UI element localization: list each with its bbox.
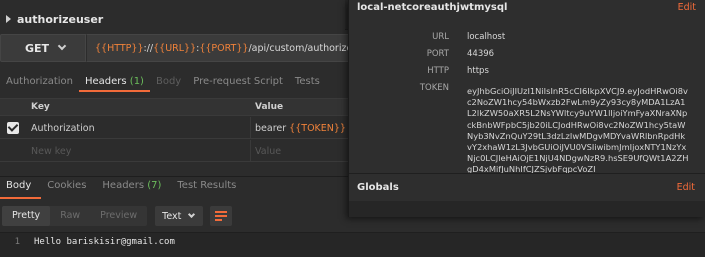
wrap-lines-button[interactable]: [210, 206, 233, 226]
url-part: ://: [143, 42, 154, 54]
environment-header: local-netcoreauthjwtmysql Edit: [349, 0, 705, 16]
method-label: GET: [25, 41, 50, 55]
line-number: 1: [14, 237, 20, 247]
chevron-down-icon: [188, 210, 196, 218]
response-body-line: Hello bariskisir@gmail.com: [34, 237, 175, 247]
column-divider: [250, 140, 251, 162]
env-var-name: TOKEN: [419, 83, 449, 93]
url-bar: GET {{HTTP}}://{{URL}}: {{PORT}}/api/cust…: [0, 34, 360, 62]
env-var-name: URL: [432, 32, 449, 42]
response-editor[interactable]: 1 Hello bariskisir@gmail.com: [0, 232, 705, 257]
env-var-value: 44396: [467, 49, 495, 59]
new-value-input[interactable]: Value: [255, 146, 281, 157]
tab-test-results[interactable]: Test Results: [171, 177, 246, 199]
token-value: eyJhbGciOiJIUzI1NiIsInR5cCI6IkpXVCJ9.eyJ…: [467, 86, 689, 175]
url-part: {{PORT}}: [199, 42, 249, 54]
url-part: /api/custom/authorizeuser: [248, 42, 359, 54]
globals-edit-link[interactable]: Edit: [677, 182, 695, 193]
row-enabled-checkbox[interactable]: [7, 122, 19, 134]
tab-response-headers-label: Headers: [102, 180, 145, 191]
tab-tests[interactable]: Tests: [289, 70, 326, 92]
header-value-cell[interactable]: bearer {{TOKEN}}: [255, 123, 346, 134]
header-value-variable: {{TOKEN}}: [289, 123, 346, 134]
response-toolbar: Pretty Raw Preview Text: [0, 205, 233, 227]
url-input[interactable]: {{HTTP}}://{{URL}}: {{PORT}}/api/custom/a…: [86, 34, 360, 62]
value-column-header: Value: [255, 102, 284, 112]
response-headers-count-badge: (7): [147, 180, 162, 191]
popover-footer: [349, 201, 705, 217]
wrap-lines-icon-line: [215, 215, 228, 217]
headers-count-badge: (1): [129, 76, 144, 87]
tab-cookies[interactable]: Cookies: [41, 177, 96, 199]
format-select[interactable]: Text: [155, 206, 204, 226]
wrap-lines-icon: [215, 211, 228, 213]
tab-body[interactable]: Body: [150, 70, 187, 92]
env-var-name: PORT: [426, 49, 449, 59]
request-subtabs: Authorization Headers (1) Body Pre-reque…: [0, 70, 326, 92]
divider: [349, 173, 705, 174]
tab-headers-label: Headers: [84, 76, 127, 87]
environment-title: local-netcoreauthjwtmysql: [357, 2, 508, 13]
column-divider: [250, 117, 251, 139]
url-part: {{HTTP}}: [95, 42, 144, 54]
tab-authorization[interactable]: Authorization: [0, 70, 79, 92]
method-select[interactable]: GET: [0, 34, 86, 62]
url-part: {{URL}}: [153, 42, 197, 54]
tab-headers[interactable]: Headers (1): [78, 70, 150, 92]
raw-button[interactable]: Raw: [50, 206, 90, 226]
wrap-lines-icon-line: [215, 219, 223, 221]
env-var-name: HTTP: [427, 66, 449, 76]
tab-response-body[interactable]: Body: [0, 177, 42, 199]
collapse-caret-icon[interactable]: [6, 15, 11, 23]
header-value-text: bearer: [255, 123, 290, 134]
request-tab[interactable]: authorizeuser: [0, 0, 345, 30]
new-key-input[interactable]: New key: [31, 146, 71, 157]
pretty-button[interactable]: Pretty: [2, 206, 51, 226]
view-mode-group: Pretty Raw Preview: [2, 206, 148, 226]
preview-button[interactable]: Preview: [90, 206, 147, 226]
environment-edit-link[interactable]: Edit: [678, 2, 696, 13]
tab-response-headers[interactable]: Headers (7): [96, 177, 171, 199]
globals-title: Globals: [357, 182, 399, 193]
header-key-cell[interactable]: Authorization: [31, 123, 95, 134]
environment-quick-look: local-netcoreauthjwtmysql Edit URL local…: [348, 0, 705, 217]
chevron-down-icon: [57, 41, 67, 51]
env-var-value: https: [467, 66, 489, 76]
env-var-value: localhost: [467, 32, 506, 42]
tab-prerequest-script[interactable]: Pre-request Script: [187, 70, 289, 92]
request-tab-title: authorizeuser: [17, 12, 104, 26]
key-column-header: Key: [31, 102, 50, 112]
format-select-value: Text: [162, 210, 182, 222]
